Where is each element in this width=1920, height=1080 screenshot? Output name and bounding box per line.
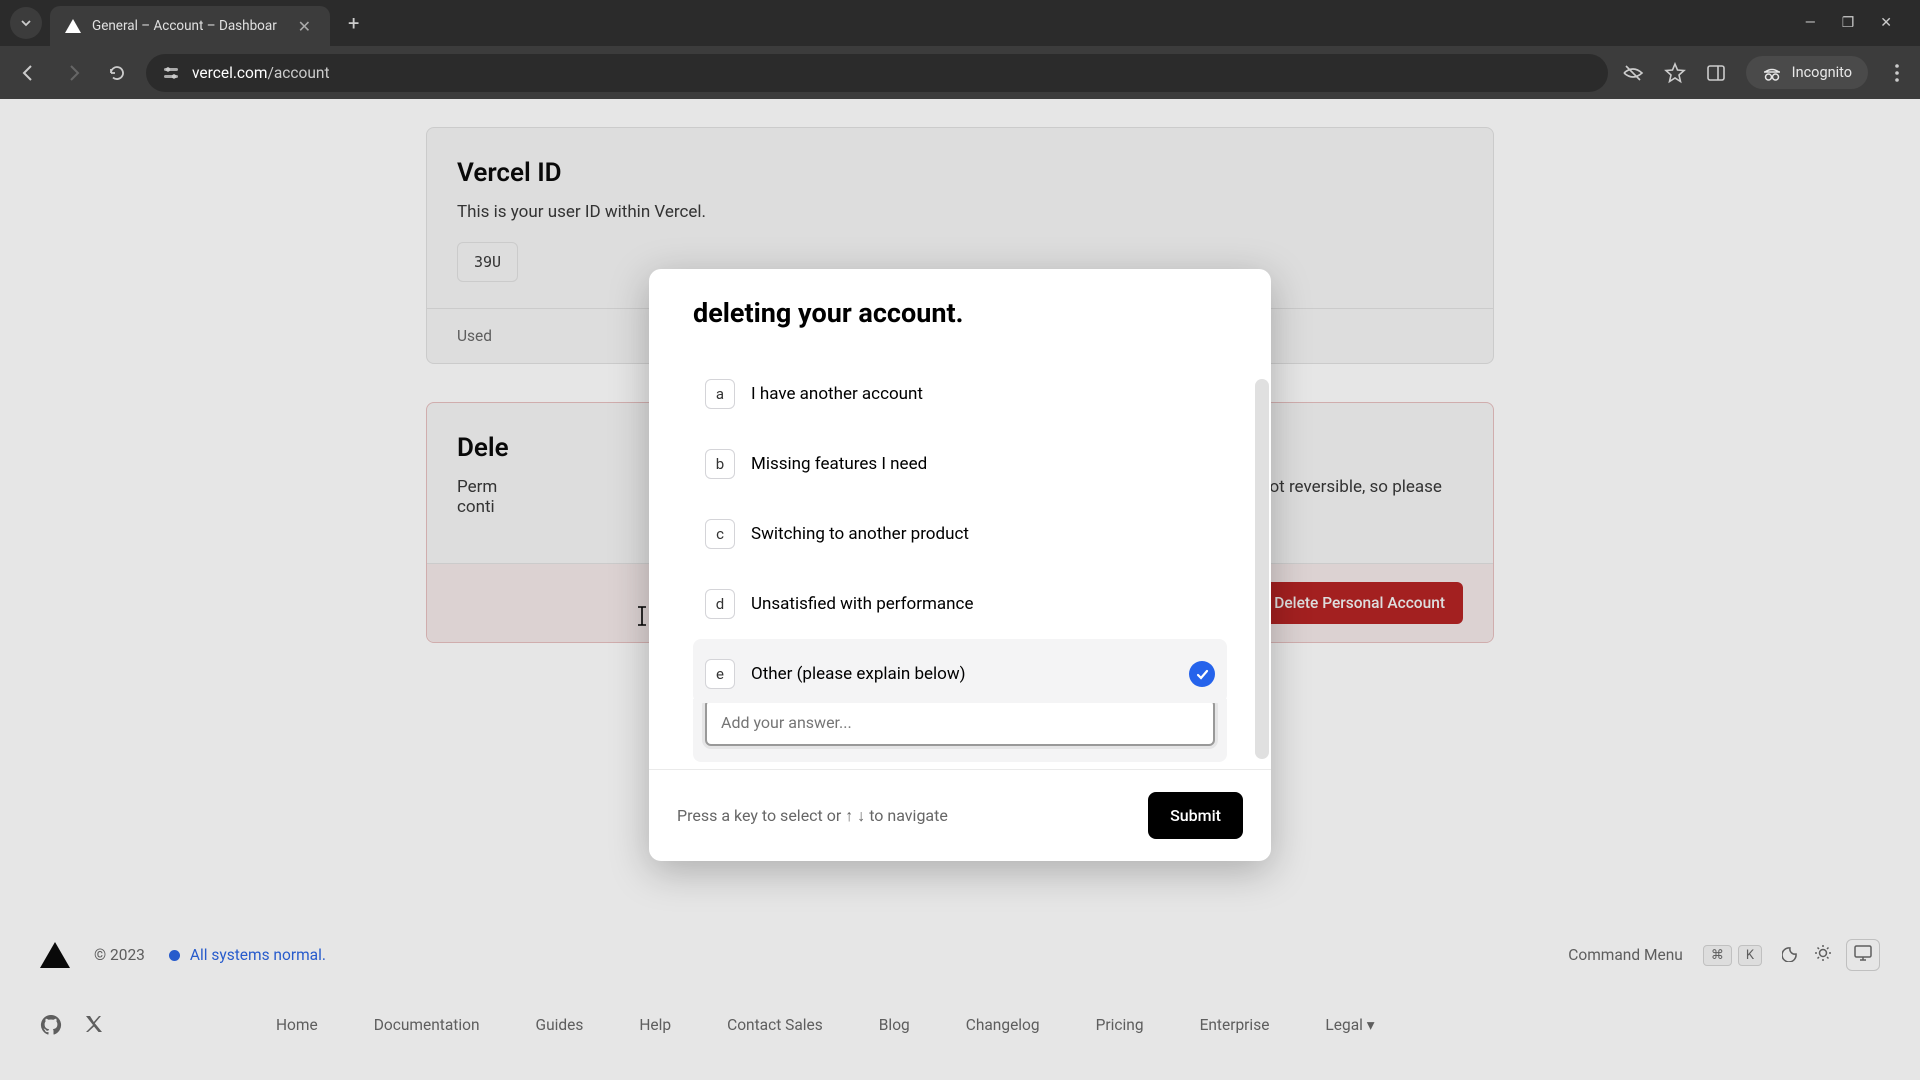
address-bar: vercel.com/account Incognito [0, 46, 1920, 99]
browser-tab[interactable]: General – Account – Dashboar ✕ [50, 6, 330, 46]
option-key: b [705, 449, 735, 479]
reason-option-c[interactable]: c Switching to another product [693, 499, 1227, 569]
reload-icon [107, 63, 127, 83]
window-controls: — ❐ ✕ [1805, 15, 1910, 31]
site-settings-icon[interactable] [162, 64, 180, 82]
back-button[interactable] [14, 58, 44, 88]
new-tab-button[interactable]: + [338, 7, 369, 39]
delete-reason-modal: deleting your account. a I have another … [649, 269, 1271, 861]
tab-title: General – Account – Dashboar [92, 18, 283, 34]
url-text: vercel.com/account [192, 64, 330, 82]
option-label: Switching to another product [751, 524, 1215, 544]
kebab-menu-icon[interactable] [1888, 64, 1906, 82]
side-panel-icon[interactable] [1706, 63, 1726, 83]
option-label: Missing features I need [751, 454, 1215, 474]
incognito-badge[interactable]: Incognito [1746, 56, 1868, 89]
other-reason-input[interactable] [705, 699, 1215, 746]
reload-button[interactable] [102, 58, 132, 88]
keyboard-hint: Press a key to select or ↑ ↓ to navigate [677, 806, 948, 826]
eye-off-icon[interactable] [1622, 62, 1644, 84]
page-body: Vercel ID This is your user ID within Ve… [0, 99, 1920, 1080]
minimize-button[interactable]: — [1805, 15, 1816, 31]
modal-title: deleting your account. [693, 269, 1227, 359]
reason-option-e[interactable]: e Other (please explain below) [693, 639, 1227, 703]
option-key: d [705, 589, 735, 619]
reason-option-d[interactable]: d Unsatisfied with performance [693, 569, 1227, 639]
tab-search-dropdown[interactable] [10, 7, 42, 39]
other-reason-input-wrap [693, 699, 1227, 762]
option-key: e [705, 659, 735, 689]
url-input[interactable]: vercel.com/account [146, 54, 1608, 92]
reason-option-a[interactable]: a I have another account [693, 359, 1227, 429]
browser-chrome: General – Account – Dashboar ✕ + — ❐ ✕ v… [0, 0, 1920, 99]
modal-scrollbar[interactable] [1255, 379, 1269, 759]
close-window-button[interactable]: ✕ [1880, 15, 1892, 31]
option-label: Unsatisfied with performance [751, 594, 1215, 614]
option-label: Other (please explain below) [751, 664, 1173, 684]
modal-overlay[interactable]: deleting your account. a I have another … [0, 99, 1920, 1080]
option-key: c [705, 519, 735, 549]
bookmark-star-icon[interactable] [1664, 62, 1686, 84]
tab-close-button[interactable]: ✕ [293, 15, 316, 38]
tab-bar: General – Account – Dashboar ✕ + — ❐ ✕ [0, 0, 1920, 46]
maximize-button[interactable]: ❐ [1842, 15, 1855, 31]
arrow-left-icon [19, 63, 39, 83]
chevron-down-icon [20, 17, 32, 29]
option-label: I have another account [751, 384, 1215, 404]
forward-button[interactable] [58, 58, 88, 88]
reason-option-b[interactable]: b Missing features I need [693, 429, 1227, 499]
incognito-icon [1762, 65, 1782, 81]
vercel-favicon-icon [64, 17, 82, 35]
submit-button[interactable]: Submit [1148, 792, 1243, 839]
arrow-right-icon [63, 63, 83, 83]
checkmark-icon [1189, 661, 1215, 687]
modal-footer: Press a key to select or ↑ ↓ to navigate… [649, 769, 1271, 861]
option-key: a [705, 379, 735, 409]
